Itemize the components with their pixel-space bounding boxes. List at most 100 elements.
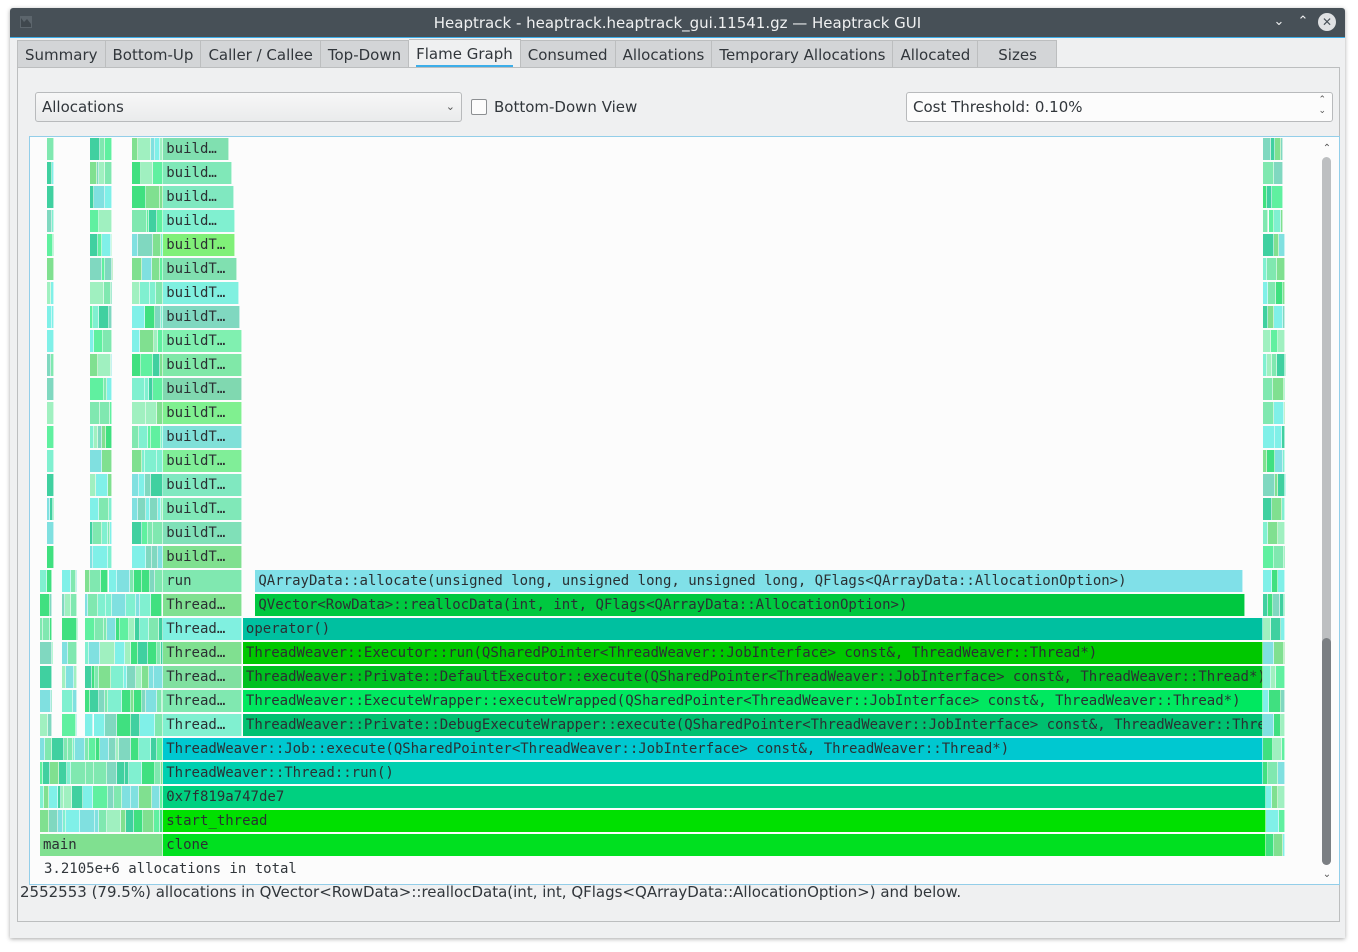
flame-frame[interactable]: buildT… bbox=[163, 258, 237, 280]
flame-frame-small[interactable] bbox=[52, 306, 54, 328]
flame-frame-small[interactable] bbox=[89, 498, 100, 520]
flame-frame-small[interactable] bbox=[93, 714, 105, 736]
flame-frame-small[interactable] bbox=[1262, 402, 1274, 424]
flame-frame-small[interactable] bbox=[100, 570, 109, 592]
spin-up-icon[interactable]: ⌃ bbox=[1318, 95, 1326, 106]
flame-frame-small[interactable] bbox=[103, 282, 112, 304]
flame-frame-small[interactable] bbox=[77, 618, 79, 640]
flame-frame-small[interactable] bbox=[1273, 162, 1283, 184]
flame-frame-small[interactable] bbox=[48, 714, 53, 736]
scroll-up-icon[interactable]: ⌃ bbox=[1321, 143, 1333, 155]
flame-frame-small[interactable] bbox=[1262, 234, 1275, 256]
flame-frame-small[interactable] bbox=[1282, 498, 1285, 520]
flame-frame-small[interactable] bbox=[73, 690, 78, 712]
flame-frame-small[interactable] bbox=[47, 258, 54, 280]
flame-frame-small[interactable] bbox=[98, 210, 113, 232]
flame-frame-small[interactable] bbox=[155, 282, 164, 304]
flame-frame-small[interactable] bbox=[108, 570, 117, 592]
flame-frame-small[interactable] bbox=[107, 378, 113, 400]
flame-frame-small[interactable] bbox=[88, 642, 101, 664]
flame-frame-small[interactable] bbox=[1268, 690, 1281, 712]
flame-frame-small[interactable] bbox=[149, 618, 159, 640]
flame-frame[interactable]: buildT… bbox=[163, 234, 236, 256]
flame-frame-small[interactable] bbox=[1281, 738, 1285, 760]
flame-frame[interactable]: Thread… bbox=[163, 594, 242, 616]
flame-frame-small[interactable] bbox=[49, 762, 60, 784]
flame-frame-small[interactable] bbox=[84, 666, 93, 688]
flame-frame[interactable]: start_thread bbox=[163, 810, 1267, 832]
flame-frame-small[interactable] bbox=[40, 714, 49, 736]
flame-frame-small[interactable] bbox=[99, 306, 110, 328]
flame-frame-small[interactable] bbox=[1274, 834, 1283, 856]
flame-frame-small[interactable] bbox=[62, 690, 74, 712]
scrollbar-track[interactable] bbox=[1322, 157, 1331, 865]
flame-frame-small[interactable] bbox=[139, 282, 151, 304]
flame-frame-small[interactable] bbox=[1267, 762, 1278, 784]
close-button[interactable]: ✕ bbox=[1318, 13, 1336, 31]
flame-frame-small[interactable] bbox=[117, 762, 126, 784]
flame-frame-small[interactable] bbox=[1284, 378, 1286, 400]
flame-frame-small[interactable] bbox=[1262, 138, 1271, 160]
flame-frame-small[interactable] bbox=[145, 306, 155, 328]
flame-frame-small[interactable] bbox=[76, 570, 78, 592]
tab-top-down[interactable]: Top-Down bbox=[320, 40, 410, 68]
flame-frame-small[interactable] bbox=[153, 666, 164, 688]
flame-frame[interactable]: ThreadWeaver::Private::DefaultExecutor::… bbox=[242, 666, 1263, 688]
flame-frame-small[interactable] bbox=[130, 714, 141, 736]
flame-frame-small[interactable] bbox=[1274, 138, 1282, 160]
flame-frame-small[interactable] bbox=[137, 498, 147, 520]
flame-frame-small[interactable] bbox=[146, 186, 160, 208]
flame-frame-small[interactable] bbox=[70, 762, 86, 784]
flame-frame-small[interactable] bbox=[47, 426, 54, 448]
flame-frame-small[interactable] bbox=[110, 402, 113, 424]
flame-frame[interactable]: buildT… bbox=[163, 330, 242, 352]
flame-frame-small[interactable] bbox=[145, 450, 158, 472]
flame-frame-small[interactable] bbox=[132, 210, 147, 232]
flame-frame[interactable]: buildT… bbox=[163, 402, 242, 424]
tab-summary[interactable]: Summary bbox=[17, 40, 106, 68]
flame-frame-small[interactable] bbox=[133, 810, 143, 832]
tab-flame-graph[interactable]: Flame Graph bbox=[409, 39, 521, 69]
flame-frame-small[interactable] bbox=[132, 522, 143, 544]
tab-temporary-allocations[interactable]: Temporary Allocations bbox=[712, 40, 894, 68]
flame-frame-small[interactable] bbox=[49, 594, 53, 616]
tab-sizes[interactable]: Sizes bbox=[978, 40, 1058, 68]
flame-frame-small[interactable] bbox=[100, 402, 111, 424]
flame-frame-small[interactable] bbox=[59, 762, 68, 784]
flame-frame-small[interactable] bbox=[139, 330, 154, 352]
flame-frame-small[interactable] bbox=[111, 354, 113, 376]
flame-graph-canvas[interactable]: main clone start_thread 0x7f819a747de7 Threa… bbox=[30, 137, 1320, 884]
flame-frame[interactable]: build… bbox=[163, 210, 236, 232]
flame-frame-small[interactable] bbox=[1276, 666, 1285, 688]
flame-frame-small[interactable] bbox=[100, 738, 109, 760]
flame-frame-small[interactable] bbox=[1274, 546, 1284, 568]
flame-frame-small[interactable] bbox=[111, 282, 113, 304]
flame-frame-small[interactable] bbox=[142, 810, 154, 832]
flame-frame-small[interactable] bbox=[68, 642, 78, 664]
flame-frame-small[interactable] bbox=[152, 234, 162, 256]
flame-frame-small[interactable] bbox=[1273, 402, 1284, 424]
flame-frame-small[interactable] bbox=[89, 354, 98, 376]
flame-frame-small[interactable] bbox=[126, 666, 136, 688]
flame-frame-small[interactable] bbox=[1282, 834, 1285, 856]
flame-frame-small[interactable] bbox=[64, 786, 72, 808]
flame-frame-small[interactable] bbox=[103, 330, 113, 352]
flame-frame-small[interactable] bbox=[49, 810, 58, 832]
flame-frame[interactable]: build… bbox=[163, 186, 235, 208]
flame-frame-small[interactable] bbox=[40, 594, 50, 616]
flame-frame-small[interactable] bbox=[151, 786, 160, 808]
title-bar[interactable]: Heaptrack - heaptrack.heaptrack_gui.1154… bbox=[10, 8, 1345, 38]
flame-frame[interactable]: buildT… bbox=[163, 378, 242, 400]
flame-frame-small[interactable] bbox=[1266, 258, 1278, 280]
flame-frame-small[interactable] bbox=[1262, 546, 1275, 568]
flame-frame-small[interactable] bbox=[1281, 210, 1283, 232]
flame-frame-small[interactable] bbox=[1284, 354, 1286, 376]
flame-frame-small[interactable] bbox=[1273, 378, 1285, 400]
flame-frame[interactable]: 0x7f819a747de7 bbox=[163, 786, 1267, 808]
flame-frame-small[interactable] bbox=[1279, 234, 1285, 256]
flame-frame-small[interactable] bbox=[151, 426, 161, 448]
flame-frame-small[interactable] bbox=[116, 570, 130, 592]
flame-frame-small[interactable] bbox=[1278, 330, 1285, 352]
flame-frame-small[interactable] bbox=[111, 594, 127, 616]
flame-frame-small[interactable] bbox=[88, 594, 99, 616]
